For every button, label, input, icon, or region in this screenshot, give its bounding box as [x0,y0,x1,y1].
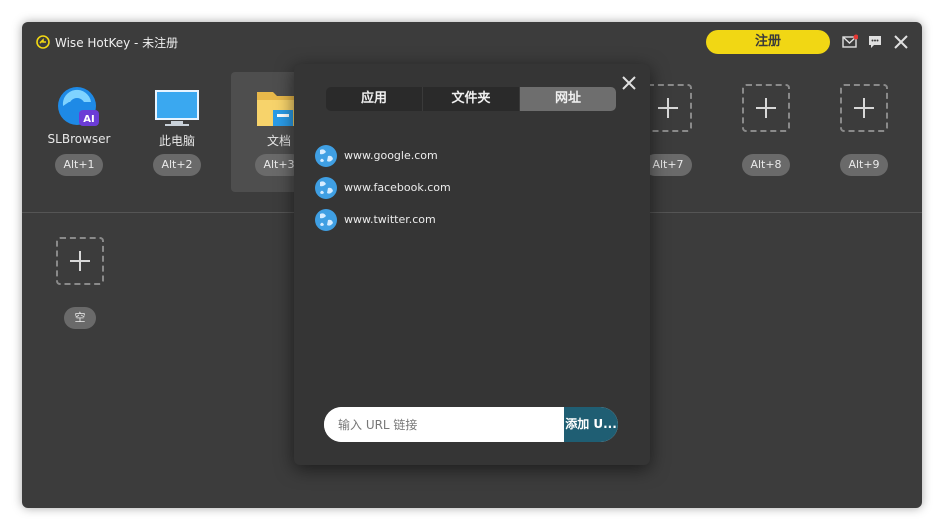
tab-apps[interactable]: 应用 [326,87,423,111]
title-bar: Wise HotKey - 未注册 注册 [22,22,922,62]
url-text: www.google.com [344,149,438,162]
hotkey-badge: Alt+7 [644,154,692,176]
tab-folders[interactable]: 文件夹 [423,87,520,111]
app-title: Wise HotKey - 未注册 [55,36,179,50]
app-window: Wise HotKey - 未注册 注册 AI SLBrowser Alt+1 [22,22,922,508]
slot-empty-9[interactable]: Alt+9 [816,72,912,192]
url-input-group: 添加 U... [324,407,618,442]
hotkey-badge: Alt+9 [840,154,888,176]
slbrowser-icon: AI [58,87,99,126]
hotkey-badge: Alt+1 [55,154,103,176]
popup-tabs: 应用 文件夹 网址 [326,87,616,111]
add-icon[interactable] [56,237,104,285]
url-list-item[interactable]: www.facebook.com [314,176,614,200]
app-logo-icon [36,35,50,49]
tab-urls[interactable]: 网址 [520,87,616,111]
hotkey-badge: 空 [64,307,96,329]
globe-icon [315,177,337,199]
hotkey-badge: Alt+2 [153,154,201,176]
url-text: www.twitter.com [344,213,436,226]
svg-text:AI: AI [83,114,94,125]
feedback-icon[interactable] [867,34,883,50]
slot-label: SLBrowser [47,132,111,146]
url-list-item[interactable]: www.google.com [314,144,614,168]
mail-icon[interactable] [842,34,858,50]
register-button[interactable]: 注册 [706,30,830,54]
slot-label: 此电脑 [158,134,195,148]
add-icon[interactable] [644,84,692,132]
add-url-button[interactable]: 添加 U... [564,407,618,442]
popup-close-icon[interactable] [620,74,638,92]
globe-icon [315,145,337,167]
hotkey-badge: Alt+8 [742,154,790,176]
slot-slbrowser[interactable]: AI SLBrowser Alt+1 [31,72,127,192]
globe-icon [315,209,337,231]
add-icon[interactable] [840,84,888,132]
slot-this-pc[interactable]: 此电脑 Alt+2 [129,72,225,192]
url-input[interactable] [324,407,564,442]
url-list-item[interactable]: www.twitter.com [314,208,614,232]
add-shortcut-popup: 应用 文件夹 网址 www.google.com www.facebook.co… [294,64,650,465]
slot-empty-8[interactable]: Alt+8 [718,72,814,192]
url-text: www.facebook.com [344,181,451,194]
add-icon[interactable] [742,84,790,132]
close-icon[interactable] [893,34,909,50]
slot-empty-row2[interactable]: 空 [32,225,128,345]
monitor-icon [155,90,199,126]
